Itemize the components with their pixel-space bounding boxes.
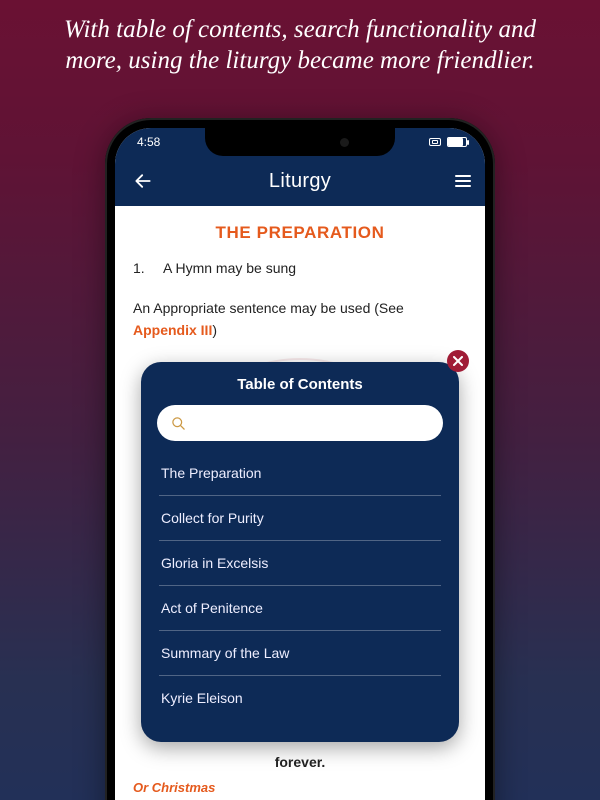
toc-item[interactable]: Collect for Purity (159, 496, 441, 541)
item-number: 1. (133, 258, 151, 280)
section-heading: THE PREPARATION (133, 220, 467, 246)
screen: 4:58 Liturgy THE PREPARATION 1. A Hymn m… (115, 128, 485, 800)
toc-item[interactable]: Kyrie Eleison (159, 676, 441, 706)
status-time: 4:58 (137, 135, 160, 149)
search-icon (171, 416, 186, 431)
toc-item[interactable]: Gloria in Excelsis (159, 541, 441, 586)
toc-close-button[interactable] (447, 350, 469, 372)
phone-frame: 4:58 Liturgy THE PREPARATION 1. A Hymn m… (105, 118, 495, 800)
toc-list: The Preparation Collect for Purity Glori… (141, 451, 459, 706)
lower-content: forever. Or Christmas President: Christ … (133, 754, 467, 800)
text: ) (212, 322, 217, 338)
status-right (429, 137, 467, 147)
status-indicator-icon (429, 138, 441, 146)
appendix-link[interactable]: Appendix III (133, 322, 212, 338)
appbar-title: Liturgy (115, 170, 485, 193)
list-item: 1. A Hymn may be sung (133, 258, 467, 280)
notch (205, 128, 395, 156)
text: An Appropriate sentence may be used (See (133, 300, 404, 316)
paragraph: An Appropriate sentence may be used (See… (133, 298, 467, 341)
toc-search-field[interactable] (157, 405, 443, 441)
toc-search-input[interactable] (194, 415, 429, 431)
toc-title: Table of Contents (141, 376, 459, 393)
body-content: THE PREPARATION 1. A Hymn may be sung An… (115, 206, 485, 341)
response-text: forever. (133, 754, 467, 770)
app-bar: Liturgy (115, 156, 485, 206)
battery-icon (447, 137, 467, 147)
alt-label: Or Christmas (133, 780, 467, 795)
promo-caption: With table of contents, search functiona… (0, 0, 600, 85)
toc-panel: Table of Contents The Preparation Collec… (141, 362, 459, 742)
toc-item[interactable]: Act of Penitence (159, 586, 441, 631)
item-text: A Hymn may be sung (163, 258, 296, 280)
toc-item[interactable]: Summary of the Law (159, 631, 441, 676)
toc-item[interactable]: The Preparation (159, 451, 441, 496)
close-icon (453, 356, 463, 366)
